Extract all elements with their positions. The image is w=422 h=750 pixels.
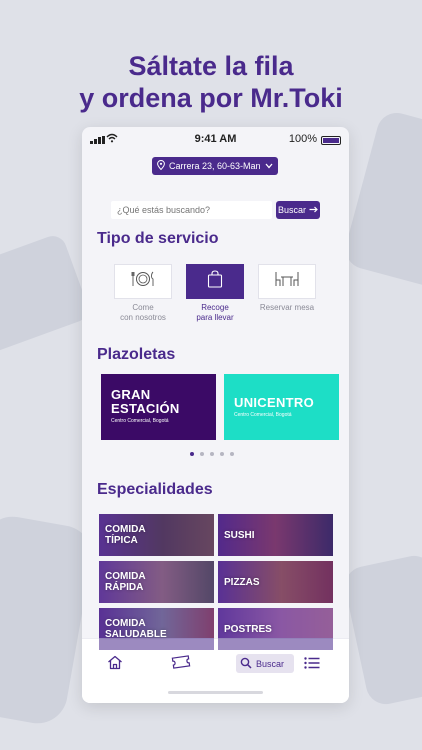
search-icon bbox=[240, 657, 252, 671]
specialty-label-line: SUSHI bbox=[224, 529, 255, 541]
service-label-line: Reservar mesa bbox=[259, 303, 315, 312]
specialty-comida-saludable[interactable]: COMIDA SALUDABLE bbox=[99, 608, 214, 650]
service-option-box bbox=[114, 264, 172, 299]
search-tab-label: Buscar bbox=[256, 658, 285, 669]
background-decoration bbox=[0, 232, 92, 358]
table-chairs-icon bbox=[273, 270, 301, 293]
pagination-dot[interactable] bbox=[220, 452, 224, 456]
service-label-line: Recoge bbox=[201, 303, 229, 312]
service-label-line: con nosotros bbox=[120, 313, 166, 322]
plazas-title: Plazoletas bbox=[97, 346, 176, 363]
list-menu-icon[interactable] bbox=[304, 656, 320, 674]
specialty-label-line: TÍPICA bbox=[105, 535, 138, 546]
specialty-pizzas[interactable]: PIZZAS bbox=[218, 561, 333, 603]
specialty-label-line: SALUDABLE bbox=[105, 629, 167, 640]
specialty-label-line: PIZZAS bbox=[224, 576, 260, 588]
service-option-label: Reservar mesa bbox=[258, 303, 316, 313]
plaza-subtitle: Centro Comercial, Bogotá bbox=[234, 412, 292, 418]
arrow-right-icon bbox=[309, 205, 318, 215]
home-icon[interactable] bbox=[107, 655, 123, 675]
headline-line-1: Sáltate la fila bbox=[128, 51, 294, 81]
search-bar: Buscar bbox=[111, 201, 320, 219]
specialty-label-line: COMIDA bbox=[105, 524, 146, 535]
pagination-dot[interactable] bbox=[210, 452, 214, 456]
search-button-label: Buscar bbox=[277, 205, 306, 215]
battery-percent: 100% bbox=[288, 133, 317, 145]
specialty-label-line: RÁPIDA bbox=[105, 582, 144, 593]
service-option-box bbox=[186, 264, 244, 299]
location-pin-icon bbox=[157, 159, 165, 172]
service-option-dine-in[interactable]: Come con nosotros bbox=[114, 264, 172, 323]
background-decoration bbox=[341, 552, 422, 708]
ticket-icon[interactable] bbox=[170, 655, 192, 674]
specialty-comida-tipica[interactable]: COMIDA TÍPICA bbox=[99, 514, 214, 556]
specialties-grid: COMIDA TÍPICA SUSHI COMIDA RÁPIDA PIZZAS… bbox=[99, 514, 334, 650]
location-selector[interactable]: Carrera 23, 60-63-Man... bbox=[152, 157, 278, 175]
phone-screen: 9:41 AM 100% Carrera 23, 60-63-Man... Bu… bbox=[82, 127, 349, 703]
specialty-label: COMIDA RÁPIDA bbox=[105, 571, 146, 593]
search-tab[interactable]: Buscar bbox=[236, 654, 294, 673]
specialty-label: SUSHI bbox=[224, 530, 255, 541]
specialty-label: POSTRES bbox=[224, 624, 272, 635]
location-text: Carrera 23, 60-63-Man... bbox=[169, 161, 261, 171]
specialties-title: Especialidades bbox=[97, 481, 213, 498]
headline-line-2: y ordena por Mr.Toki bbox=[79, 83, 343, 113]
service-option-pickup[interactable]: Recoge para llevar bbox=[186, 264, 244, 323]
service-option-label: Come con nosotros bbox=[114, 303, 172, 323]
specialty-sushi[interactable]: SUSHI bbox=[218, 514, 333, 556]
service-label-line: Come bbox=[132, 303, 154, 312]
service-option-label: Recoge para llevar bbox=[186, 303, 244, 323]
background-decoration bbox=[341, 108, 422, 292]
specialty-label-line: POSTRES bbox=[224, 623, 272, 635]
chevron-down-icon bbox=[265, 161, 273, 171]
plate-cutlery-icon bbox=[131, 270, 155, 293]
pagination-dot[interactable] bbox=[190, 452, 194, 456]
service-type-title: Tipo de servicio bbox=[97, 230, 219, 247]
plaza-name: ESTACIÓN bbox=[111, 401, 180, 416]
specialty-label: PIZZAS bbox=[224, 577, 260, 588]
service-option-box bbox=[258, 264, 316, 299]
plaza-name: GRAN bbox=[111, 387, 151, 402]
specialty-label-line: COMIDA bbox=[105, 618, 146, 629]
service-option-reserve[interactable]: Reservar mesa bbox=[258, 264, 316, 323]
plaza-name: UNICENTRO bbox=[234, 395, 314, 410]
plaza-card-unicentro[interactable]: UNICENTRO Centro Comercial, Bogotá bbox=[224, 374, 339, 440]
pagination-dot[interactable] bbox=[200, 452, 204, 456]
service-label-line: para llevar bbox=[196, 313, 234, 322]
pagination-dot[interactable] bbox=[230, 452, 234, 456]
plaza-subtitle: Centro Comercial, Bogotá bbox=[111, 418, 169, 424]
search-input[interactable] bbox=[111, 201, 272, 219]
service-type-options: Come con nosotros Recoge para llevar Res… bbox=[114, 264, 316, 323]
home-indicator bbox=[168, 691, 263, 694]
specialty-comida-rapida[interactable]: COMIDA RÁPIDA bbox=[99, 561, 214, 603]
specialty-label: COMIDA TÍPICA bbox=[105, 524, 146, 546]
specialty-label-line: COMIDA bbox=[105, 571, 146, 582]
plazas-carousel[interactable]: GRAN ESTACIÓN Centro Comercial, Bogotá U… bbox=[101, 374, 341, 440]
shopping-bag-icon bbox=[207, 270, 223, 293]
plaza-card-gran-estacion[interactable]: GRAN ESTACIÓN Centro Comercial, Bogotá bbox=[101, 374, 216, 440]
status-bar: 9:41 AM 100% bbox=[82, 127, 349, 153]
promo-headline: Sáltate la fila y ordena por Mr.Toki bbox=[0, 50, 422, 114]
battery-icon bbox=[321, 136, 341, 145]
carousel-pagination bbox=[190, 452, 234, 456]
specialty-postres[interactable]: POSTRES bbox=[218, 608, 333, 650]
specialty-label: COMIDA SALUDABLE bbox=[105, 618, 167, 640]
search-button[interactable]: Buscar bbox=[276, 201, 320, 219]
